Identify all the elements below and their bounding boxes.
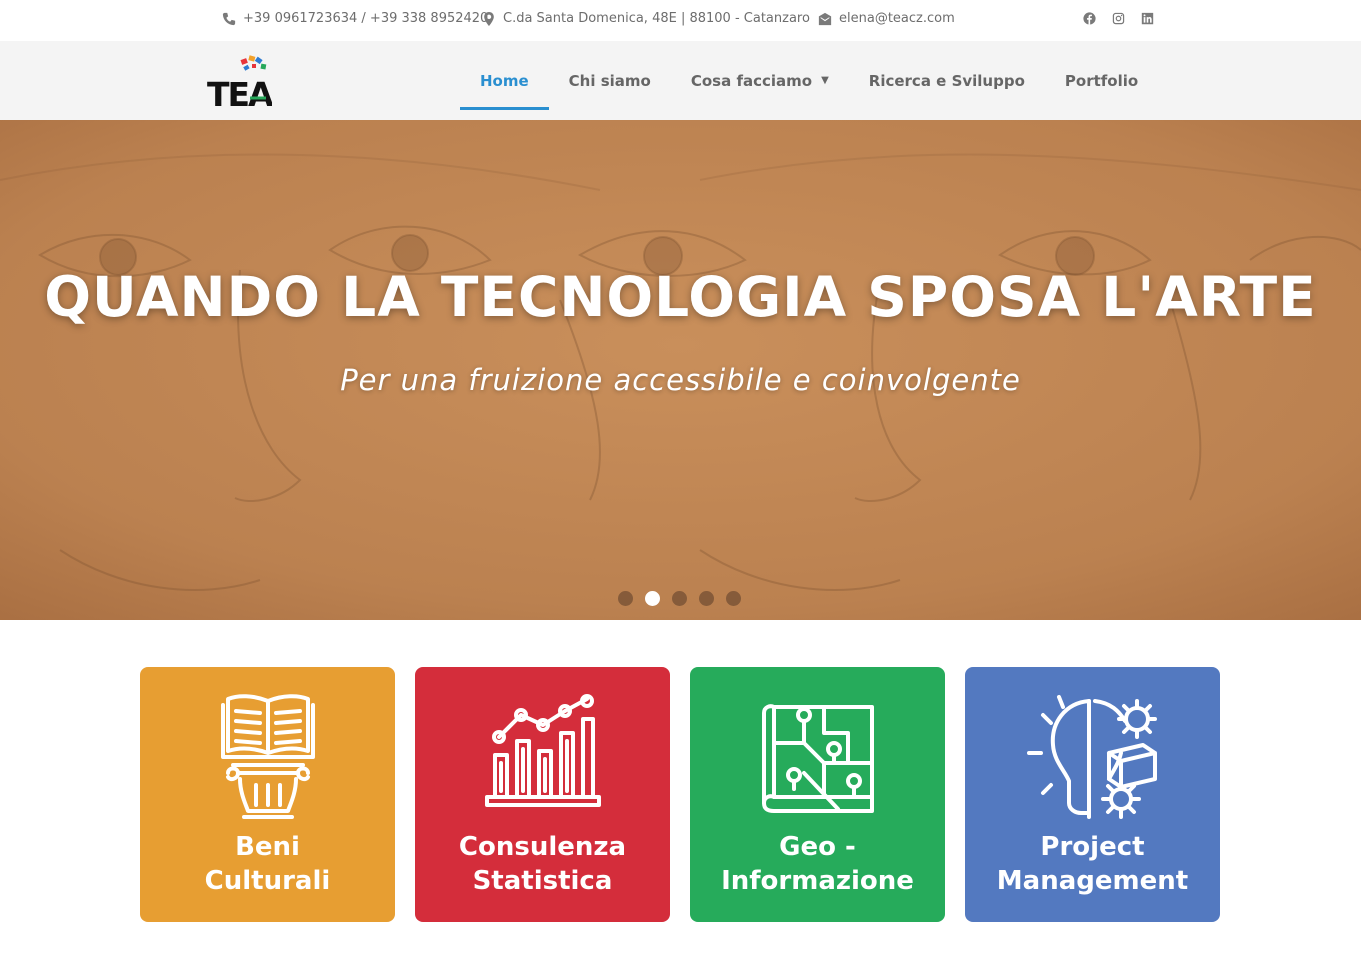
logo-text: TEA <box>207 75 272 110</box>
nav-portfolio-label: Portfolio <box>1064 71 1139 90</box>
slider-pagination <box>618 591 741 606</box>
nav-home[interactable]: Home <box>460 41 549 120</box>
main-header: TEA Home Chi siamo Cosa facciamo ▼ Ricerc… <box>0 41 1361 120</box>
caret-down-icon: ▼ <box>821 75 829 86</box>
nav-chi-siamo-label: Chi siamo <box>568 71 651 90</box>
book-column-icon <box>220 694 315 819</box>
nav-home-label: Home <box>480 71 529 90</box>
card-label-line2: Informazione <box>721 866 914 896</box>
phone-info[interactable]: +39 0961723634 / +39 338 8952420 <box>222 11 488 26</box>
card-label-line1: Beni <box>235 832 300 862</box>
nav-ricerca-sviluppo[interactable]: Ricerca e Sviluppo <box>849 41 1045 120</box>
linkedin-icon[interactable] <box>1140 11 1155 26</box>
card-label-line2: Culturali <box>204 866 331 896</box>
map-icon <box>761 704 874 813</box>
slider-dot-1[interactable] <box>618 591 633 606</box>
card-label-line2: Statistica <box>472 866 613 896</box>
slider-dot-2[interactable] <box>645 591 660 606</box>
nav-cosa-facciamo-label: Cosa facciamo <box>690 71 813 90</box>
hero-subtitle: Per una fruizione accessibile e coinvolg… <box>340 363 1021 397</box>
top-contact-bar: +39 0961723634 / +39 338 8952420 C.da Sa… <box>0 0 1361 41</box>
card-consulenza-statistica[interactable]: Consulenza Statistica <box>415 667 670 922</box>
card-label: Consulenza Statistica <box>415 830 670 898</box>
card-label-line1: Project <box>1040 832 1145 862</box>
tea-logo[interactable]: TEA <box>206 54 276 114</box>
slider-dot-4[interactable] <box>699 591 714 606</box>
nav-cosa-facciamo[interactable]: Cosa facciamo ▼ <box>671 41 849 120</box>
nav-chi-siamo[interactable]: Chi siamo <box>549 41 671 120</box>
instagram-icon[interactable] <box>1111 11 1126 26</box>
slider-dot-5[interactable] <box>726 591 741 606</box>
email-text: elena@teacz.com <box>839 11 955 26</box>
card-geo-informazione[interactable]: Geo - Informazione <box>690 667 945 922</box>
card-label: Geo - Informazione <box>690 830 945 898</box>
main-nav: Home Chi siamo Cosa facciamo ▼ Ricerca e … <box>460 41 1158 120</box>
envelope-icon <box>818 12 832 25</box>
phone-icon <box>222 12 236 25</box>
facebook-icon[interactable] <box>1082 11 1097 26</box>
nav-ricerca-label: Ricerca e Sviluppo <box>868 71 1025 90</box>
phone-text: +39 0961723634 / +39 338 8952420 <box>243 11 489 26</box>
card-label-line1: Geo - <box>779 832 856 862</box>
card-project-management[interactable]: Project Management <box>965 667 1220 922</box>
card-label: Project Management <box>965 830 1220 898</box>
address-info[interactable]: C.da Santa Domenica, 48E | 88100 - Catan… <box>482 11 810 26</box>
card-label-line2: Management <box>996 866 1189 896</box>
hero-slider[interactable]: QUANDO LA TECNOLOGIA SPOSA L'ARTE Per un… <box>0 120 1361 620</box>
card-label: Beni Culturali <box>140 830 395 898</box>
email-info[interactable]: elena@teacz.com <box>818 11 955 26</box>
lightbulb-gear-icon <box>1026 695 1157 819</box>
card-label-line1: Consulenza <box>458 832 627 862</box>
nav-portfolio[interactable]: Portfolio <box>1045 41 1158 120</box>
hero-title: QUANDO LA TECNOLOGIA SPOSA L'ARTE <box>44 265 1317 329</box>
chart-icon <box>484 694 601 807</box>
card-beni-culturali[interactable]: Beni Culturali <box>140 667 395 922</box>
social-links <box>1082 11 1155 26</box>
address-text: C.da Santa Domenica, 48E | 88100 - Catan… <box>503 11 810 26</box>
slider-dot-3[interactable] <box>672 591 687 606</box>
map-marker-icon <box>484 11 494 26</box>
